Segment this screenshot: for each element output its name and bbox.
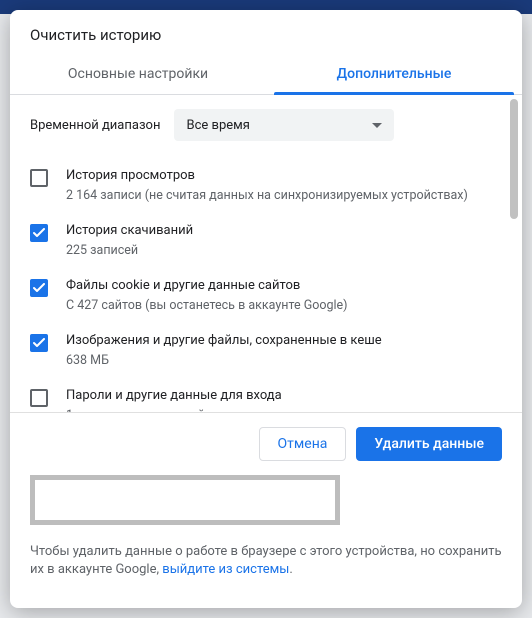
item-text: Пароли и другие данные для входа 1 синхро… <box>66 387 282 413</box>
item-title: История просмотров <box>66 167 468 185</box>
checkbox[interactable] <box>30 169 48 187</box>
item-subtitle: 638 МБ <box>66 352 382 369</box>
tab-advanced[interactable]: Дополнительные <box>266 56 522 94</box>
data-type-row: Пароли и другие данные для входа 1 синхро… <box>30 379 502 413</box>
item-title: Пароли и другие данные для входа <box>66 387 282 405</box>
confirm-button[interactable]: Удалить данные <box>356 427 502 461</box>
item-subtitle: 1 синхронизированный пароль <box>66 407 282 413</box>
time-range-select[interactable]: Все время <box>174 109 394 141</box>
dialog-tabs: Основные настройки Дополнительные <box>10 56 522 95</box>
chevron-down-icon <box>372 118 382 133</box>
data-type-row: История скачиваний 225 записей <box>30 214 502 269</box>
item-subtitle: 225 записей <box>66 242 193 259</box>
tab-basic[interactable]: Основные настройки <box>10 56 266 94</box>
checkbox[interactable] <box>30 224 48 242</box>
scrollbar-track[interactable] <box>508 97 520 410</box>
checkbox[interactable] <box>30 334 48 352</box>
checkbox[interactable] <box>30 389 48 407</box>
item-text: История просмотров 2 164 записи (не счита… <box>66 167 468 204</box>
item-title: Файлы cookie и другие данные сайтов <box>66 277 348 295</box>
dialog-actions: Отмена Удалить данные <box>10 413 522 475</box>
time-range-row: Временной диапазон Все время <box>30 109 502 141</box>
item-subtitle: С 427 сайтов (вы останетесь в аккаунте G… <box>66 297 348 314</box>
dialog-scroll-area: Временной диапазон Все время История про… <box>10 95 522 413</box>
item-text: История скачиваний 225 записей <box>66 222 193 259</box>
item-title: Изображения и другие файлы, сохраненные … <box>66 332 382 350</box>
footer-text-b: . <box>289 562 292 577</box>
scrollbar-thumb[interactable] <box>510 99 518 219</box>
item-title: История скачиваний <box>66 222 193 240</box>
data-type-row: Файлы cookie и другие данные сайтов С 427… <box>30 269 502 324</box>
checkbox[interactable] <box>30 279 48 297</box>
item-text: Изображения и другие файлы, сохраненные … <box>66 332 382 369</box>
sign-out-link[interactable]: выйдите из системы <box>162 562 289 577</box>
data-type-row: Изображения и другие файлы, сохраненные … <box>30 324 502 379</box>
footer-note: Чтобы удалить данные о работе в браузере… <box>10 539 522 597</box>
cancel-button[interactable]: Отмена <box>259 427 347 461</box>
time-range-label: Временной диапазон <box>30 118 160 133</box>
item-text: Файлы cookie и другие данные сайтов С 427… <box>66 277 348 314</box>
dialog-title: Очистить историю <box>10 10 522 56</box>
clear-history-dialog: Очистить историю Основные настройки Допо… <box>10 10 522 608</box>
highlighted-box <box>30 475 340 525</box>
item-subtitle: 2 164 записи (не считая данных на синхро… <box>66 187 468 204</box>
time-range-value: Все время <box>186 118 249 133</box>
data-type-row: История просмотров 2 164 записи (не счита… <box>30 159 502 214</box>
